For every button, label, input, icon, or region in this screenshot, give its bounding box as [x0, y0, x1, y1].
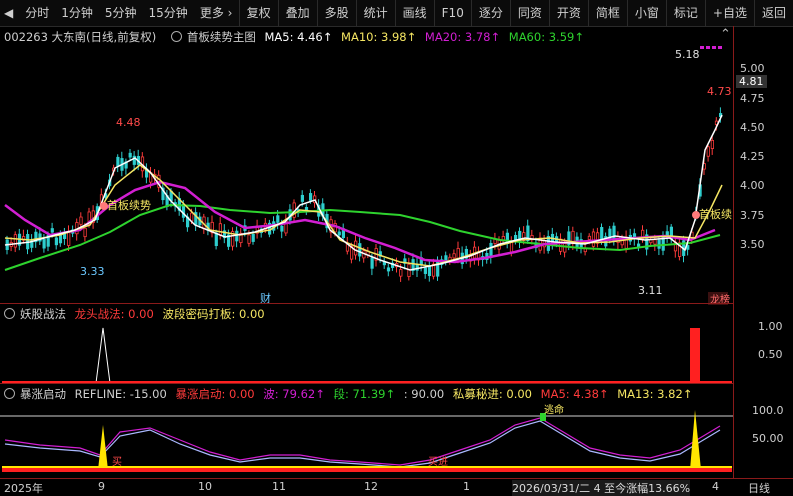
pane3-base-yellow [2, 466, 732, 468]
signal-tag-1: 首板续势 [107, 198, 151, 212]
pane2-title[interactable]: 妖股战法 [20, 307, 66, 321]
candle-body [489, 242, 493, 258]
candle-body [600, 227, 604, 241]
high2-label: 5.18 [675, 48, 700, 61]
pane3-title[interactable]: 暴涨启动 [20, 387, 66, 401]
candle-body [54, 237, 59, 246]
pane3-ref: REFLINE: -15.00 [74, 387, 167, 401]
candle-body [79, 216, 83, 225]
candle-body [337, 231, 341, 236]
candle-body [587, 235, 592, 240]
pane-divider [0, 383, 733, 384]
x-tick: 1 [463, 480, 470, 493]
pane3-value-b: 波: 79.62↑ [263, 387, 325, 401]
bang-marker: 龙榜 [710, 293, 730, 306]
pane3-tick: 100.0 [752, 404, 784, 417]
settings-circle-icon[interactable] [4, 308, 15, 319]
escape-tag: 逃命 [544, 403, 564, 416]
candle-body [247, 234, 251, 244]
x-tick: 10 [198, 480, 212, 493]
candle-body [276, 215, 280, 223]
high-label: 4.48 [116, 116, 141, 129]
candle-body [83, 227, 87, 238]
candle-body [218, 223, 222, 236]
last-price-label: 4.73 [707, 85, 732, 98]
yellow-spike-2 [690, 410, 701, 470]
candle-body [427, 265, 432, 277]
x-tick: 9 [98, 480, 105, 493]
pane3-legend: 暴涨启动 REFLINE: -15.00 暴涨启动: 0.00 波: 79.62… [0, 385, 697, 403]
candle-body [514, 235, 518, 241]
pane2-legend: 妖股战法 龙头战法: 0.00 波段密码打板: 0.00 [0, 305, 270, 323]
candle-body [509, 241, 514, 253]
candle-body [423, 267, 428, 274]
candle-body [116, 156, 120, 167]
pane3-value-c: 段: 71.39↑ [333, 387, 396, 401]
purple-dots [700, 46, 722, 49]
candle-body [308, 193, 313, 201]
candle-body [399, 269, 403, 277]
candle-body [280, 225, 284, 232]
low2-label: 3.11 [638, 284, 663, 297]
right-axis-divider [733, 26, 734, 478]
settings-circle-icon[interactable] [4, 388, 15, 399]
pane-divider [0, 303, 733, 304]
candle-body [370, 257, 374, 269]
candle-body [214, 232, 218, 246]
candle-body [653, 239, 657, 245]
candle-body [444, 255, 448, 261]
candle-body [386, 267, 391, 272]
candle-body [706, 146, 710, 157]
signal-tag-2: 首板续 [699, 207, 732, 221]
low-label: 3.33 [80, 265, 105, 278]
candle-body [354, 240, 358, 256]
pane2-tick: 1.00 [758, 320, 783, 333]
candle-body [591, 231, 596, 247]
candle-body [67, 230, 71, 246]
candle-body [452, 253, 456, 259]
x-axis: 2025年 9 10 11 12 1 2026/03/31/二 4 至今涨幅13… [0, 478, 793, 496]
pane3-value-d: : 90.00 [403, 387, 445, 401]
pane2-tick: 0.50 [758, 348, 783, 361]
candle-body [13, 234, 17, 248]
pane2-value-a: 龙头战法: 0.00 [74, 307, 154, 321]
candle-body [235, 230, 239, 242]
candle-body [456, 248, 460, 260]
candle-body [50, 228, 54, 233]
yao-bar [690, 328, 700, 383]
candle-body [63, 233, 67, 239]
pane3-value-g: MA13: 3.82↑ [617, 387, 693, 401]
candle-body [42, 239, 46, 249]
yao-spike-1 [95, 327, 111, 384]
x-tick: 12 [364, 480, 378, 493]
candle-body [300, 194, 305, 202]
ma5-line [4, 114, 723, 271]
chart-canvas: 4.48 3.33 3.11 5.18 4.73 首板续势 首板续 财 龙榜 逃… [0, 46, 733, 472]
candle-body [128, 152, 132, 158]
pane3-tick: 50.00 [752, 432, 784, 445]
candlesticks [5, 107, 723, 282]
candle-body [710, 140, 715, 149]
x-tick: 4 [712, 480, 719, 493]
pane2-value-b: 波段密码打板: 0.00 [162, 307, 265, 321]
x-tick: 11 [272, 480, 286, 493]
candle-body [190, 212, 194, 222]
pane3-value-a: 暴涨启动: 0.00 [175, 387, 255, 401]
pane3-value-e: 私募秘进: 0.00 [452, 387, 532, 401]
candle-body [251, 233, 255, 242]
candle-body [358, 243, 362, 257]
pane3-value-f: MA5: 4.38↑ [540, 387, 609, 401]
